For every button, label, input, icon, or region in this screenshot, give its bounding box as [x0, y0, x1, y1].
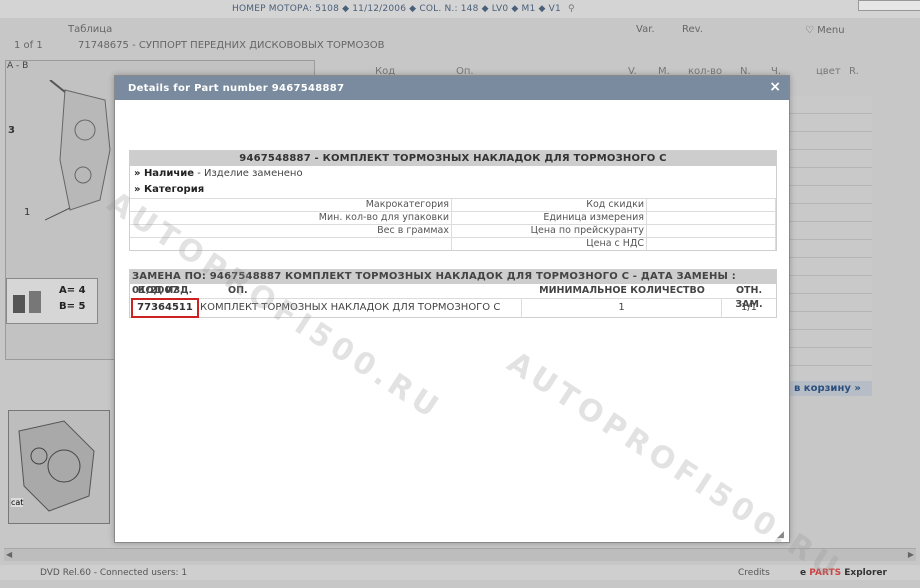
attributes-grid: Макрокатегория Код скидки Мин. кол-во дл…: [130, 198, 776, 250]
attr-empty: [130, 237, 452, 250]
availability-label: » Наличие: [134, 168, 195, 179]
replacement-min-qty: 1: [522, 299, 722, 318]
replacement-part-code-text[interactable]: 77364511: [131, 298, 199, 318]
diagram-thumbnail[interactable]: cat: [8, 410, 110, 524]
close-icon[interactable]: ×: [769, 79, 781, 95]
replacement-table: ЗАМЕНА ПО: 9467548887 КОМПЛЕКТ ТОРМОЗНЫХ…: [129, 269, 777, 318]
replacement-heading: ЗАМЕНА ПО: 9467548887 КОМПЛЕКТ ТОРМОЗНЫХ…: [130, 270, 776, 296]
scroll-left-icon[interactable]: ◀: [6, 550, 12, 559]
credits-link[interactable]: Credits: [738, 568, 770, 578]
attr-min-pack-qty: Мин. кол-во для упаковки: [130, 211, 452, 224]
attr-discount-code-value: [647, 198, 776, 211]
menu-button[interactable]: ♡ Menu: [805, 25, 845, 36]
part-info-table: 9467548887 - КОМПЛЕКТ ТОРМОЗНЫХ НАКЛАДОК…: [129, 150, 777, 251]
attr-list-price-value: [647, 224, 776, 237]
add-to-cart-link[interactable]: в корзину »: [790, 381, 872, 396]
rev-label: Rev.: [682, 24, 703, 35]
diagram-label-1: 1: [24, 207, 31, 218]
top-right-button[interactable]: [858, 0, 920, 11]
table-title: 71748675 - СУППОРТ ПЕРЕДНИХ ДИСКОВОВЫХ Т…: [78, 40, 385, 51]
wrench-icon[interactable]: ⚲: [568, 4, 575, 14]
attr-price-vat-value: [647, 237, 776, 250]
motor-info: НОМЕР МОТОРА: 5108 ◆ 11/12/2006 ◆ COL. N…: [232, 4, 575, 14]
brand-suffix: Explorer: [844, 568, 887, 578]
attr-price-vat: Цена с НДС: [452, 237, 647, 250]
status-text: DVD Rel.60 - Connected users: 1: [40, 568, 188, 578]
attr-macro-category: Макрокатегория: [130, 198, 452, 211]
var-label: Var.: [636, 24, 655, 35]
replacement-columns: КОД ИЗД. ОП. МИНИМАЛЬНОЕ КОЛИЧЕСТВО ОТН.…: [130, 284, 776, 310]
thumbnail-drawing: [18, 420, 95, 512]
add-to-cart-label: в корзину »: [794, 383, 861, 394]
motor-info-text: НОМЕР МОТОРА: 5108 ◆ 11/12/2006 ◆ COL. N…: [232, 4, 561, 14]
attr-unit: Единица измерения: [452, 211, 647, 224]
package-icon: [13, 291, 41, 313]
dialog-title-bar[interactable]: Details for Part number 9467548887 ×: [115, 76, 789, 100]
table-header: Таблица 1 of 1 71748675 - СУППОРТ ПЕРЕДН…: [0, 18, 920, 58]
replacement-relation: 1/1: [740, 302, 758, 313]
scroll-right-icon[interactable]: ▶: [908, 550, 914, 559]
col-r: R.: [849, 66, 859, 77]
status-bar: DVD Rel.60 - Connected users: 1 Credits …: [0, 565, 920, 580]
thumbnail-label: cat: [11, 498, 24, 507]
dialog-title: Details for Part number 9467548887: [128, 83, 345, 94]
attr-weight: Вес в граммах: [130, 224, 452, 237]
attr-unit-value: [647, 211, 776, 224]
brand-parts: PARTS: [809, 568, 842, 578]
horizontal-scrollbar[interactable]: ◀ ▶: [4, 548, 916, 561]
brand-prefix: e: [800, 568, 807, 578]
ab-legend-b: B= 5: [59, 301, 86, 312]
top-bar: НОМЕР МОТОРА: 5108 ◆ 11/12/2006 ◆ COL. N…: [0, 0, 920, 18]
resize-grip-icon[interactable]: ◢: [777, 530, 787, 540]
brake-caliper-drawing: [45, 80, 111, 221]
part-heading: 9467548887 - КОМПЛЕКТ ТОРМОЗНЫХ НАКЛАДОК…: [130, 151, 776, 166]
availability-value: - Изделие заменено: [194, 168, 303, 179]
page-counter: 1 of 1: [14, 40, 43, 51]
availability-row: » Наличие - Изделие заменено: [130, 166, 776, 182]
ab-legend-box: A= 4 B= 5: [6, 278, 98, 324]
replacement-description: КОМПЛЕКТ ТОРМОЗНЫХ НАКЛАДОК ДЛЯ ТОРМОЗНО…: [200, 299, 522, 318]
attr-list-price: Цена по прейскуранту: [452, 224, 647, 237]
brand-logo: e PARTS Explorer: [800, 568, 887, 578]
replacement-part-code[interactable]: 77364511: [130, 298, 200, 318]
category-label: » Категория: [134, 184, 205, 195]
col-color: цвет: [816, 66, 841, 77]
part-details-dialog: Details for Part number 9467548887 × 946…: [114, 75, 790, 543]
category-row[interactable]: » Категория: [130, 182, 776, 198]
attr-discount-code: Код скидки: [452, 198, 647, 211]
diagram-ab-label: A - B: [7, 61, 29, 71]
table-row: 77364511 КОМПЛЕКТ ТОРМОЗНЫХ НАКЛАДОК ДЛЯ…: [130, 298, 776, 318]
diagram-label-3: 3: [8, 125, 15, 136]
table-label: Таблица: [68, 24, 113, 35]
ab-legend-a: A= 4: [59, 285, 86, 296]
parts-table-rows: [790, 96, 872, 384]
